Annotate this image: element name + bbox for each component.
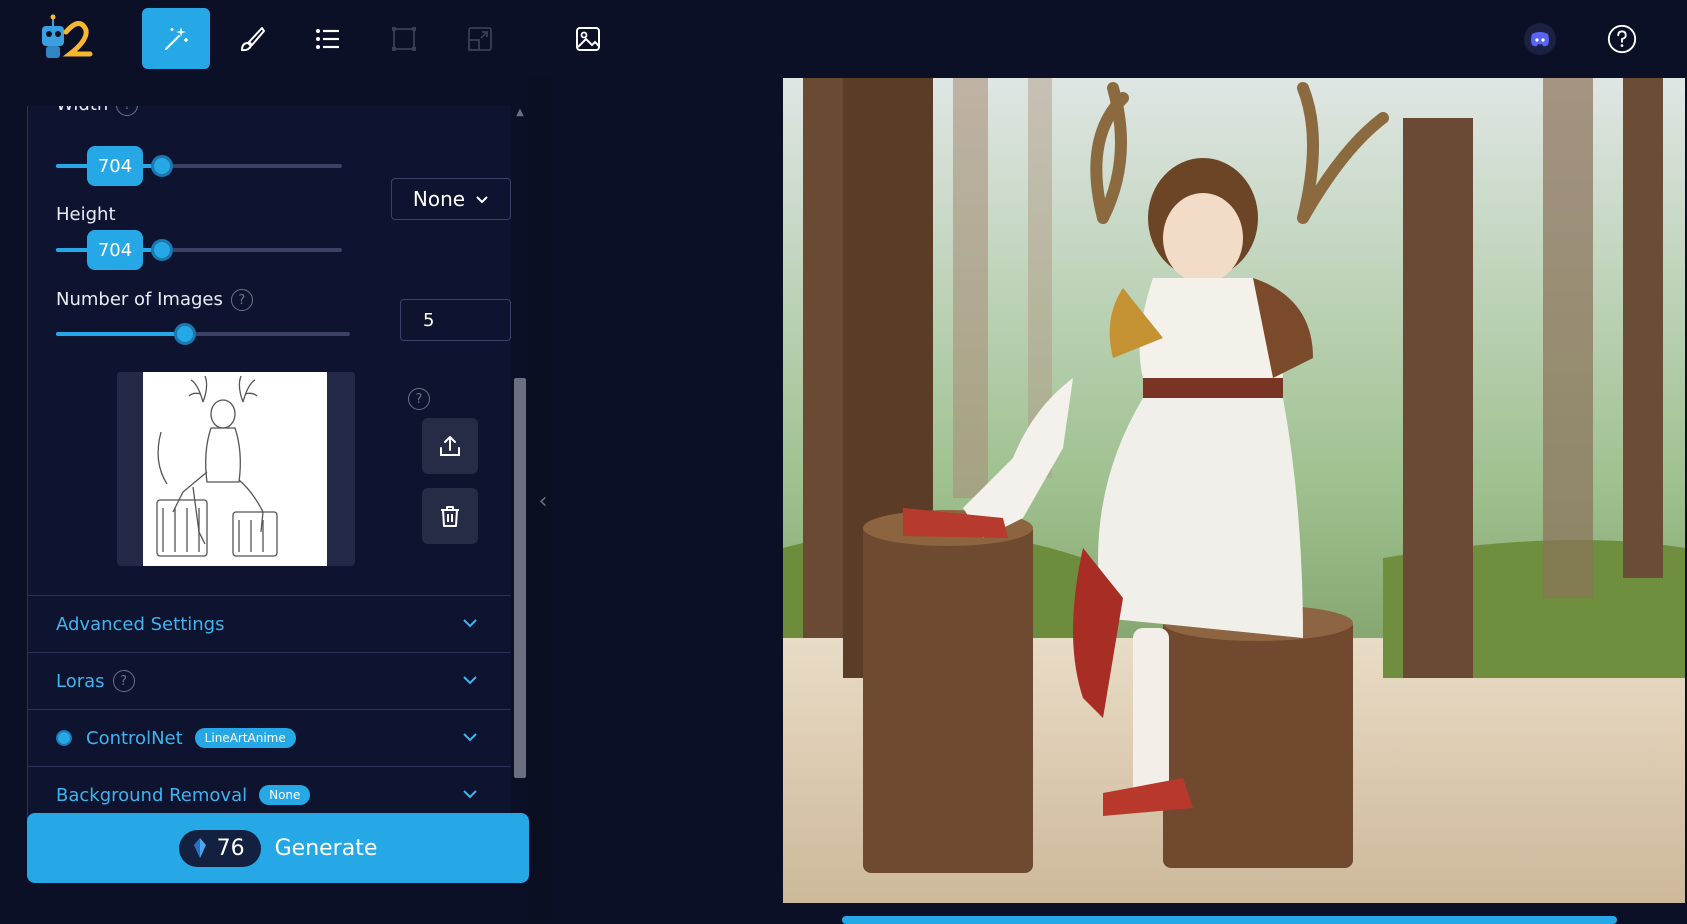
accordion-loras[interactable]: Loras? — [28, 652, 511, 709]
width-slider-thumb[interactable] — [150, 155, 173, 177]
discord-button[interactable] — [1523, 22, 1557, 56]
generate-label: Generate — [274, 835, 378, 861]
loras-help-icon[interactable]: ? — [112, 670, 135, 692]
scrollbar-thumb[interactable] — [514, 378, 526, 778]
top-toolbar — [0, 0, 1687, 78]
background-removal-tag: None — [259, 785, 311, 805]
scroll-up-arrow[interactable]: ▲ — [514, 106, 526, 120]
image-icon — [576, 26, 600, 51]
chevron-down-icon — [476, 196, 488, 204]
collapse-panel-button[interactable]: ‹ — [533, 486, 553, 516]
accordion-controlnet[interactable]: ControlNet LineArtAnime — [28, 709, 511, 766]
help-button[interactable] — [1605, 22, 1639, 56]
controlnet-status-dot — [56, 730, 72, 746]
advanced-settings-label: Advanced Settings — [56, 613, 225, 635]
app-logo[interactable] — [36, 12, 96, 64]
list-icon — [316, 28, 339, 49]
preview-area — [556, 78, 1687, 921]
height-label: Height — [56, 204, 116, 225]
trash-icon — [441, 506, 459, 527]
crop-frame-icon — [392, 26, 416, 51]
accordion-advanced-settings[interactable]: Advanced Settings — [28, 595, 511, 652]
tool-crop — [370, 8, 438, 69]
upload-icon — [440, 436, 460, 456]
discord-icon — [1524, 23, 1556, 55]
chevron-down-icon — [463, 619, 477, 628]
crystal-icon — [193, 838, 206, 858]
background-removal-label: Background Removal — [56, 784, 248, 806]
chevron-down-icon — [463, 790, 477, 799]
height-value-badge: 704 — [87, 230, 143, 270]
brush-icon — [240, 26, 265, 51]
control-image-card[interactable] — [117, 372, 355, 566]
chevron-down-icon — [463, 676, 477, 685]
num-images-slider[interactable] — [56, 323, 350, 345]
help-circle-icon — [1607, 24, 1637, 54]
num-images-help-icon[interactable]: ? — [230, 289, 253, 311]
num-images-slider-thumb[interactable] — [174, 323, 197, 345]
generated-image[interactable] — [783, 78, 1685, 903]
credit-counter: 76 — [178, 829, 261, 867]
num-images-label: Number of Images? — [56, 289, 253, 311]
tool-queue[interactable] — [294, 8, 362, 69]
num-images-input[interactable]: 5 — [400, 299, 511, 341]
control-image-help-icon[interactable]: ? — [408, 388, 430, 410]
width-value-badge: 704 — [87, 146, 143, 186]
tool-resize — [446, 8, 514, 69]
aspect-ratio-value: None — [412, 187, 466, 211]
progress-bar-edge — [842, 916, 1617, 924]
tool-gallery[interactable] — [554, 8, 622, 69]
width-help-icon[interactable]: ? — [116, 106, 139, 116]
generate-button[interactable]: 76 Generate — [27, 813, 529, 883]
control-image-sketch — [143, 372, 327, 566]
controlnet-tag: LineArtAnime — [194, 728, 296, 748]
aspect-ratio-select[interactable]: None — [391, 178, 511, 220]
delete-image-button[interactable] — [422, 488, 478, 544]
magic-wand-icon — [165, 26, 188, 50]
resize-icon — [468, 26, 492, 51]
controlnet-label: ControlNet — [86, 727, 183, 749]
tool-inpaint[interactable] — [218, 8, 286, 69]
tool-generate[interactable] — [142, 8, 210, 69]
settings-scrollbar[interactable]: ▲ ▼ — [511, 106, 528, 877]
settings-panel: Width? 704 None Height 704 Number of Ima… — [0, 78, 556, 921]
settings-scroll-area[interactable]: Width? 704 None Height 704 Number of Ima… — [27, 106, 512, 877]
credit-count: 76 — [216, 835, 245, 861]
chevron-down-icon — [463, 733, 477, 742]
upload-image-button[interactable] — [422, 418, 478, 474]
width-label: Width? — [56, 106, 139, 116]
loras-label: Loras — [56, 670, 105, 692]
height-slider-thumb[interactable] — [150, 239, 173, 261]
